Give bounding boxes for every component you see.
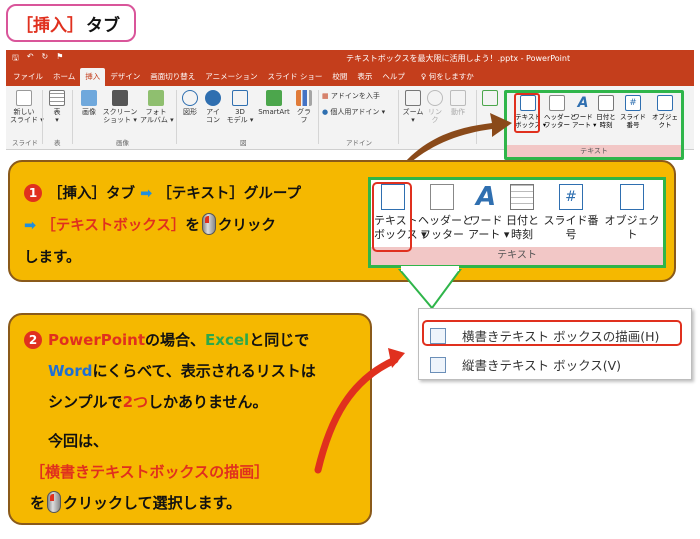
cube-icon — [232, 90, 248, 106]
wordart-icon: A — [475, 182, 497, 212]
photo-album-icon — [148, 90, 164, 106]
title-tab: ［挿入］ タブ — [6, 4, 136, 42]
mouse-left-click-icon — [47, 491, 62, 513]
zoom-icon — [405, 90, 421, 106]
separator — [318, 90, 319, 144]
header-footer-icon — [430, 184, 454, 210]
powerpoint-window: 🖫 ↶ ↻ ⚑ テキストボックスを最大限に活用しよう！.pptx - Power… — [6, 50, 694, 160]
calendar-icon — [510, 184, 534, 210]
smartart-icon — [266, 90, 282, 106]
title-highlight: ［挿入］ — [16, 15, 84, 36]
3d-model-button[interactable]: 3D モデル ▾ — [226, 90, 254, 124]
redo-icon[interactable]: ↻ — [42, 52, 49, 66]
table-button[interactable]: 表 ▾ — [48, 90, 66, 124]
tab-slideshow[interactable]: スライド ショー — [262, 71, 327, 86]
personal-addins-button[interactable]: ● 個人用アドイン ▾ — [322, 108, 402, 116]
title-bar: 🖫 ↶ ↻ ⚑ テキストボックスを最大限に活用しよう！.pptx - Power… — [6, 50, 694, 67]
table-icon — [49, 90, 65, 106]
icons-button[interactable]: アイ コン — [204, 90, 222, 124]
step2-number: 2 — [24, 331, 42, 349]
shapes-button[interactable]: 図形 — [180, 90, 200, 116]
vertical-textbox-icon — [430, 356, 446, 373]
tab-insert[interactable]: 挿入 — [80, 68, 106, 86]
arrow-right-icon: ➡ — [24, 218, 37, 234]
wordart-button[interactable]: A ワード アート ▾ — [468, 182, 509, 242]
group-label-addin: アドイン — [346, 139, 372, 147]
graph-button[interactable]: グラフ — [294, 90, 314, 124]
mouse-left-click-icon — [201, 213, 216, 235]
save-icon[interactable]: 🖫 — [12, 52, 19, 66]
datetime-button[interactable]: 日付と 時刻 — [506, 184, 539, 242]
step1-text: 1 ［挿入］タブ ➡ ［テキスト］グループ ➡ ［テキストボックス］を クリック し… — [24, 184, 301, 266]
action-icon — [450, 90, 466, 106]
tell-me-input[interactable]: ♀ 何をしますか — [416, 71, 479, 86]
store-icon: ▦ — [322, 92, 331, 100]
separator — [176, 90, 177, 144]
slide-number-button[interactable]: # スライド番号 — [540, 184, 602, 242]
separator — [398, 90, 399, 144]
screenshot-button[interactable]: スクリーン ショット ▾ — [102, 90, 138, 124]
group-label-figure: 図 — [240, 139, 247, 147]
separator — [72, 90, 73, 144]
object-button[interactable]: オブジェクト — [602, 184, 662, 242]
tab-home[interactable]: ホーム — [48, 71, 80, 86]
tab-animations[interactable]: アニメーション — [200, 71, 262, 86]
icons-icon — [205, 90, 221, 106]
header-footer-button[interactable]: ヘッダーと フッター — [418, 184, 473, 242]
arrow-right-icon: ➡ — [140, 186, 153, 202]
group-label-table: 表 — [54, 139, 61, 147]
chart-icon — [296, 90, 312, 106]
camera-icon — [112, 90, 128, 106]
tab-transitions[interactable]: 画面切り替え — [145, 71, 200, 86]
document-title: テキストボックスを最大限に活用しよう！.pptx - PowerPoint — [346, 54, 571, 63]
customize-icon[interactable]: ⚑ — [56, 52, 63, 66]
photo-album-button[interactable]: フォト アルバム ▾ — [140, 90, 174, 124]
new-slide-button[interactable]: 新しい スライド ▾ — [10, 90, 44, 124]
tab-design[interactable]: デザイン — [105, 71, 145, 86]
pointer-arrow — [404, 113, 512, 163]
group-label-image: 画像 — [116, 139, 129, 147]
comment-icon — [482, 90, 498, 106]
step2-text: 2 PowerPointの場合、Excelと同じで Wordにくらべて、表示される… — [24, 325, 316, 519]
group-label-slide: スライド — [12, 139, 38, 147]
image-icon — [81, 90, 97, 106]
new-slide-icon — [16, 90, 32, 106]
tab-review[interactable]: 校閲 — [327, 71, 352, 86]
tab-file[interactable]: ファイル — [8, 71, 48, 86]
ribbon-tabs: ファイル ホーム 挿入 デザイン 画面切り替え アニメーション スライド ショー… — [6, 67, 694, 86]
textbox-highlight — [372, 182, 412, 252]
object-icon — [620, 184, 644, 210]
tab-help[interactable]: ヘルプ — [377, 71, 410, 86]
hash-icon: # — [559, 184, 583, 210]
separator — [42, 90, 43, 144]
step1-number: 1 — [24, 184, 42, 202]
link-icon — [427, 90, 443, 106]
tab-view[interactable]: 表示 — [352, 71, 377, 86]
vertical-textbox-item[interactable]: 縦書きテキスト ボックス(V) — [430, 355, 621, 374]
undo-icon[interactable]: ↶ — [27, 52, 34, 66]
smartart-button[interactable]: SmartArt — [256, 90, 292, 116]
horizontal-textbox-highlight — [422, 320, 682, 346]
image-button[interactable]: 画像 — [78, 90, 100, 116]
title-rest: タブ — [86, 15, 120, 36]
shapes-icon — [182, 90, 198, 106]
zoom-group-label: テキスト — [371, 247, 663, 265]
get-addins-button[interactable]: ▦ アドインを入手 — [322, 92, 392, 100]
